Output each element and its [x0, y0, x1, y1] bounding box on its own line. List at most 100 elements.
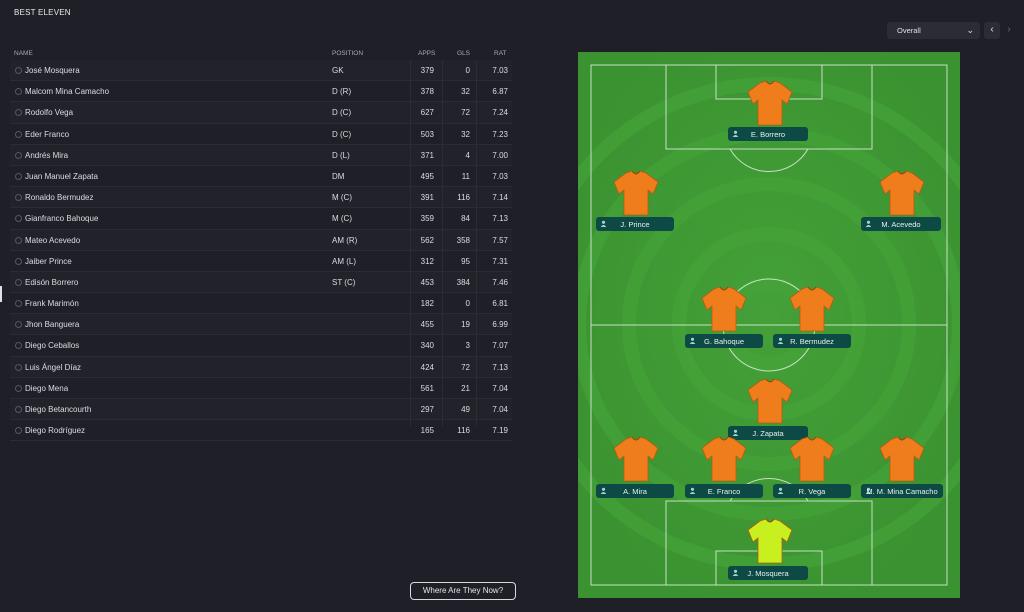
best-eleven-table: NAME POSITION APPS GLS RAT José Mosquera… — [10, 46, 512, 442]
player-name[interactable]: Edisón Borrero — [25, 278, 78, 287]
player-rating: 7.07 — [492, 341, 508, 351]
table-row[interactable]: Diego Betancourth 297 49 7.04 — [10, 399, 512, 421]
player-shirt-icon[interactable] — [612, 170, 660, 216]
table-row[interactable]: Rodolfo Vega D (C) 627 72 7.24 — [10, 102, 512, 124]
player-shirt-icon[interactable] — [746, 80, 794, 126]
player-position: M (C) — [332, 214, 352, 224]
table-row[interactable]: Mateo Acevedo AM (R) 562 358 7.57 — [10, 229, 512, 251]
table-row[interactable]: Jhon Banguera 455 19 6.99 — [10, 314, 512, 336]
table-row[interactable]: Malcom Mina Camacho D (R) 378 32 6.87 — [10, 81, 512, 103]
player-rating: 7.13 — [492, 362, 508, 372]
player-shirt-icon[interactable] — [700, 286, 748, 332]
formation-pitch: E. Borrero J. Prince M. Acevedo G. Bahoq… — [522, 52, 1016, 598]
player-status-icon — [15, 321, 22, 329]
player-rating: 7.04 — [492, 383, 508, 393]
table-row[interactable]: Edisón Borrero ST (C) 453 384 7.46 — [10, 271, 512, 294]
pitch-player-badge[interactable]: R. Vega — [773, 484, 851, 498]
table-row[interactable]: Jaiber Prince AM (L) 312 95 7.31 — [10, 251, 512, 272]
where-are-they-now-button[interactable]: Where Are They Now? — [410, 582, 516, 600]
player-name[interactable]: Jaiber Prince — [25, 257, 72, 266]
table-row[interactable]: Ronaldo Bermudez M (C) 391 116 7.14 — [10, 187, 512, 209]
table-row[interactable]: Frank Marimón 182 0 6.81 — [10, 293, 512, 315]
pitch-player-badge[interactable]: M. M. Mina Camacho — [861, 484, 943, 498]
player-shirt-icon[interactable] — [788, 286, 836, 332]
player-goals: 19 — [461, 320, 470, 330]
chevron-left-icon: ‹ — [990, 24, 994, 35]
pitch-player-badge[interactable]: J. Mosquera — [728, 566, 808, 580]
previous-button[interactable]: ‹ — [984, 22, 1000, 39]
player-status-icon — [15, 257, 22, 265]
col-name[interactable]: NAME — [14, 50, 33, 57]
player-rating: 7.46 — [492, 277, 508, 287]
player-shirt-icon[interactable] — [700, 436, 748, 482]
pitch-player-badge[interactable]: M. Acevedo — [861, 217, 941, 231]
table-row[interactable]: Diego Mena 561 21 7.04 — [10, 378, 512, 399]
player-name[interactable]: Frank Marimón — [25, 299, 79, 308]
table-header: NAME POSITION APPS GLS RAT — [10, 46, 512, 60]
player-status-icon — [15, 236, 22, 244]
player-apps: 503 — [420, 129, 434, 139]
player-name[interactable]: Mateo Acevedo — [25, 236, 80, 245]
player-name[interactable]: Jhon Banguera — [25, 320, 79, 329]
player-name[interactable]: Diego Rodríguez — [25, 426, 85, 435]
table-row[interactable]: Juan Manuel Zapata DM 495 11 7.03 — [10, 166, 512, 188]
pitch-player-badge[interactable]: E. Franco — [685, 484, 763, 498]
player-name[interactable]: Juan Manuel Zapata — [25, 172, 98, 181]
pitch-player-name: R. Vega — [798, 487, 826, 496]
pitch-player-badge[interactable]: E. Borrero — [728, 127, 808, 141]
player-apps: 378 — [420, 87, 434, 97]
player-shirt-icon[interactable] — [612, 436, 660, 482]
player-name[interactable]: Diego Betancourth — [25, 405, 91, 414]
col-position[interactable]: POSITION — [332, 50, 363, 57]
pitch-player-badge[interactable]: J. Prince — [596, 217, 674, 231]
col-apps[interactable]: APPS — [418, 50, 435, 57]
player-shirt-icon[interactable] — [746, 518, 794, 564]
player-rating: 7.23 — [492, 129, 508, 139]
player-goals: 95 — [461, 256, 470, 266]
player-apps: 562 — [420, 235, 434, 245]
next-button[interactable]: › — [1001, 22, 1017, 39]
player-name[interactable]: Diego Ceballos — [25, 341, 79, 350]
player-name[interactable]: José Mosquera — [25, 66, 80, 75]
column-divider — [442, 60, 443, 426]
player-rating: 7.57 — [492, 235, 508, 245]
player-name[interactable]: Luis Ángel Díaz — [25, 363, 81, 372]
table-row[interactable]: Eder Franco D (C) 503 32 7.23 — [10, 124, 512, 145]
player-rating: 7.03 — [492, 66, 508, 75]
player-shirt-icon[interactable] — [788, 436, 836, 482]
pitch-player-name: M. Acevedo — [881, 220, 921, 229]
column-divider — [476, 60, 477, 426]
player-name[interactable]: Rodolfo Vega — [25, 108, 73, 117]
player-name[interactable]: Gianfranco Bahoque — [25, 214, 98, 223]
player-apps: 340 — [420, 341, 434, 351]
player-name[interactable]: Ronaldo Bermudez — [25, 193, 93, 202]
player-apps: 359 — [420, 214, 434, 224]
player-name[interactable]: Diego Mena — [25, 384, 68, 393]
player-goals: 21 — [461, 383, 470, 393]
player-status-icon — [15, 300, 22, 308]
table-row[interactable]: Gianfranco Bahoque M (C) 359 84 7.13 — [10, 208, 512, 230]
chevron-down-icon: ⌄ — [966, 25, 974, 35]
view-filter-dropdown[interactable]: Overall ⌄ — [887, 22, 980, 39]
pitch-player-badge[interactable]: G. Bahoque — [685, 334, 763, 348]
pitch-player-badge[interactable]: A. Mira — [596, 484, 674, 498]
table-row[interactable]: Andrés Mira D (L) 371 4 7.00 — [10, 144, 512, 166]
table-row[interactable]: Luis Ángel Díaz 424 72 7.13 — [10, 356, 512, 378]
player-status-icon — [15, 363, 22, 371]
table-row[interactable]: Diego Ceballos 340 3 7.07 — [10, 335, 512, 357]
player-position: D (C) — [332, 129, 352, 139]
table-row[interactable]: José Mosquera GK 379 0 7.03 — [10, 60, 512, 82]
player-name[interactable]: Andrés Mira — [25, 151, 68, 160]
player-shirt-icon[interactable] — [878, 436, 926, 482]
col-gls[interactable]: GLS — [457, 50, 470, 57]
pitch-player-badge[interactable]: R. Bermudez — [773, 334, 851, 348]
player-shirt-icon[interactable] — [746, 378, 794, 424]
table-row[interactable]: Diego Rodríguez 165 116 7.19 — [10, 420, 512, 442]
player-name[interactable]: Malcom Mina Camacho — [25, 87, 109, 96]
col-rat[interactable]: RAT — [494, 50, 507, 57]
player-shirt-icon[interactable] — [878, 170, 926, 216]
player-goals: 72 — [461, 362, 470, 372]
player-position: D (L) — [332, 150, 350, 160]
player-goals: 84 — [461, 214, 470, 224]
player-name[interactable]: Eder Franco — [25, 130, 69, 139]
